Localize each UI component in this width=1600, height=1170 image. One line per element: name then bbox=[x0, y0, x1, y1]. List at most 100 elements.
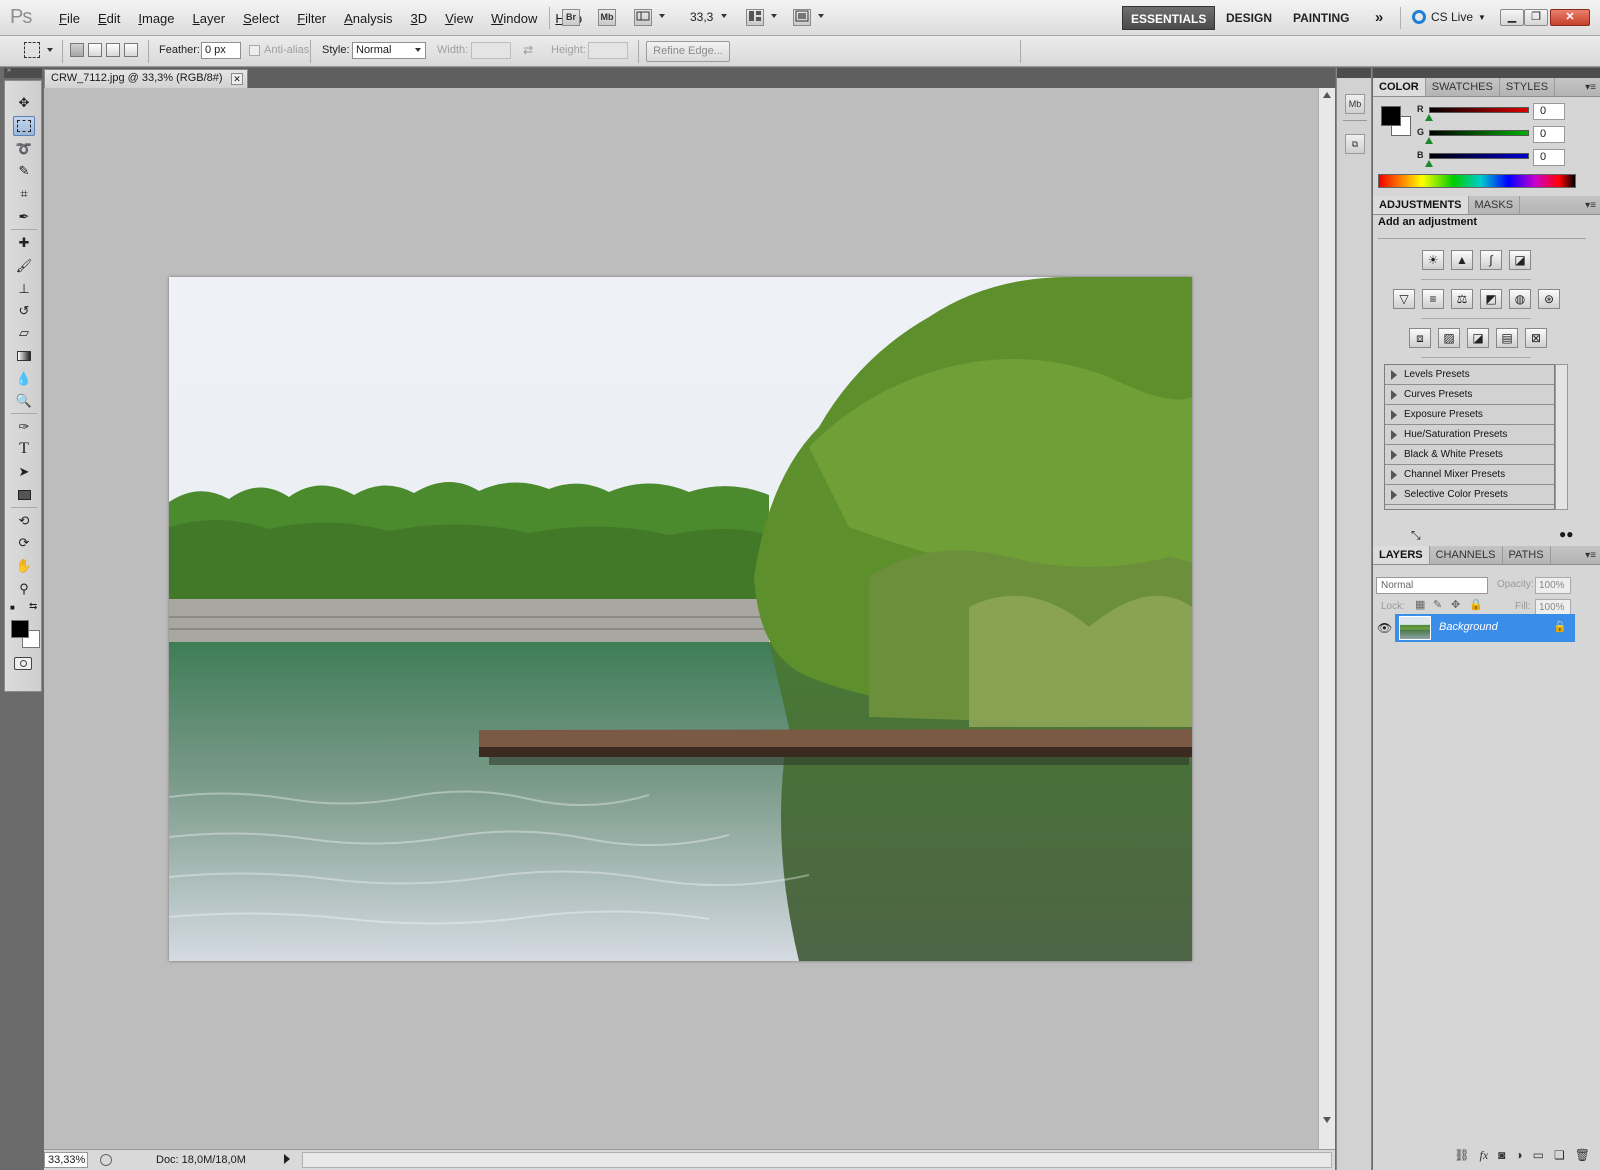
lock-image-icon[interactable]: ✎ bbox=[1433, 598, 1442, 611]
move-tool[interactable]: ✥ bbox=[13, 93, 35, 113]
menu-window[interactable]: Window bbox=[482, 11, 546, 26]
posterize-button[interactable]: ▨ bbox=[1438, 328, 1460, 348]
menu-image[interactable]: Image bbox=[129, 11, 183, 26]
screen-mode-button[interactable] bbox=[793, 9, 811, 26]
status-menu-arrow-icon[interactable] bbox=[284, 1154, 290, 1164]
red-slider[interactable] bbox=[1429, 107, 1529, 113]
extras-button[interactable] bbox=[634, 9, 652, 26]
blue-slider[interactable] bbox=[1429, 153, 1529, 159]
list-item[interactable]: Black & White Presets bbox=[1385, 445, 1554, 465]
panel-menu-icon[interactable]: ▾≡ bbox=[1585, 200, 1596, 211]
minimize-button[interactable]: ▁ bbox=[1500, 9, 1524, 26]
eye-icon[interactable]: 👁 bbox=[1377, 621, 1392, 635]
3d-orbit-tool[interactable]: ⟳ bbox=[13, 533, 35, 553]
arrange-dropdown-icon[interactable] bbox=[771, 14, 777, 18]
menu-file[interactable]: File bbox=[50, 11, 89, 26]
invert-button[interactable]: ⧈ bbox=[1409, 328, 1431, 348]
status-zoom-field[interactable]: 33,33% bbox=[44, 1152, 88, 1168]
list-item[interactable]: Selective Color Presets bbox=[1385, 485, 1554, 505]
lock-position-icon[interactable]: ✥ bbox=[1451, 598, 1460, 611]
curves-button[interactable]: ∫ bbox=[1480, 250, 1502, 270]
quick-selection-tool[interactable]: ✎ bbox=[13, 161, 35, 181]
menu-analysis[interactable]: Analysis bbox=[335, 11, 401, 26]
anti-alias-checkbox[interactable] bbox=[249, 45, 260, 56]
tab-styles[interactable]: STYLES bbox=[1500, 78, 1556, 96]
lasso-tool[interactable]: ➰ bbox=[13, 139, 35, 159]
width-input[interactable] bbox=[471, 42, 511, 59]
feather-input[interactable]: 0 px bbox=[201, 42, 241, 59]
blue-value[interactable]: 0 bbox=[1533, 149, 1565, 166]
selective-color-button[interactable]: ⊠ bbox=[1525, 328, 1547, 348]
tab-adjustments[interactable]: ADJUSTMENTS bbox=[1373, 196, 1469, 214]
hand-tool[interactable]: ✋ bbox=[13, 556, 35, 576]
add-to-selection-button[interactable] bbox=[88, 43, 102, 57]
bridge-button[interactable]: Br bbox=[562, 9, 580, 26]
color-spectrum-ramp[interactable] bbox=[1378, 174, 1576, 188]
green-slider-thumb[interactable] bbox=[1425, 137, 1433, 144]
color-foreground-swatch[interactable] bbox=[1381, 106, 1401, 126]
opacity-input[interactable]: 100% bbox=[1535, 577, 1571, 594]
workspace-painting[interactable]: PAINTING bbox=[1285, 6, 1357, 30]
history-brush-tool[interactable]: ↺ bbox=[13, 301, 35, 321]
hue-saturation-button[interactable]: ≡ bbox=[1422, 289, 1444, 309]
trash-icon[interactable]: 🗑 bbox=[1575, 1148, 1590, 1162]
history-panel-button[interactable]: ⧉ bbox=[1345, 134, 1365, 154]
toolbox-header[interactable]: » bbox=[4, 67, 42, 78]
new-layer-icon[interactable]: ❏ bbox=[1554, 1148, 1565, 1162]
mini-bridge-button[interactable]: Mb bbox=[598, 9, 616, 26]
dodge-tool[interactable]: 🔍 bbox=[13, 391, 35, 411]
adjustment-layer-icon[interactable]: ◑ bbox=[1515, 1148, 1522, 1162]
tab-channels[interactable]: CHANNELS bbox=[1430, 546, 1503, 564]
intersect-selection-button[interactable] bbox=[124, 43, 138, 57]
clone-stamp-tool[interactable]: ⊥ bbox=[13, 279, 35, 299]
menu-3d[interactable]: 3D bbox=[402, 11, 437, 26]
brightness-contrast-button[interactable]: ☀ bbox=[1422, 250, 1444, 270]
tab-swatches[interactable]: SWATCHES bbox=[1426, 78, 1500, 96]
blue-slider-thumb[interactable] bbox=[1425, 160, 1433, 167]
vertical-scrollbar[interactable] bbox=[1318, 88, 1335, 1149]
zoom-tool[interactable]: ⚲ bbox=[13, 579, 35, 599]
list-item[interactable]: Levels Presets bbox=[1385, 365, 1554, 385]
add-mask-icon[interactable]: ◙ bbox=[1498, 1148, 1505, 1162]
view-previous-state-icon[interactable]: ●● bbox=[1559, 527, 1574, 541]
photo-filter-button[interactable]: ◍ bbox=[1509, 289, 1531, 309]
scroll-up-icon[interactable] bbox=[1323, 92, 1331, 98]
healing-brush-tool[interactable]: ✚ bbox=[13, 233, 35, 253]
tab-paths[interactable]: PATHS bbox=[1503, 546, 1551, 564]
menu-layer[interactable]: Layer bbox=[184, 11, 235, 26]
pen-tool[interactable]: ✑ bbox=[13, 417, 35, 437]
gradient-map-button[interactable]: ▤ bbox=[1496, 328, 1518, 348]
3d-rotate-tool[interactable]: ⟲ bbox=[13, 511, 35, 531]
brush-tool[interactable]: 🖌 bbox=[13, 256, 35, 276]
style-select[interactable]: Normal bbox=[352, 42, 426, 59]
marquee-preset-icon[interactable] bbox=[24, 42, 40, 58]
default-colors-icon[interactable]: ■ bbox=[10, 603, 15, 612]
tool-preset-dropdown-icon[interactable] bbox=[47, 48, 53, 52]
menu-select[interactable]: Select bbox=[234, 11, 288, 26]
zoom-level[interactable]: 33,3 bbox=[690, 10, 713, 24]
clip-to-layer-icon[interactable]: ⤡ bbox=[1411, 528, 1421, 543]
panels-header[interactable] bbox=[1373, 68, 1600, 78]
type-tool[interactable]: T bbox=[13, 439, 35, 459]
gradient-tool[interactable] bbox=[13, 346, 35, 366]
lock-all-icon[interactable]: 🔒 bbox=[1469, 598, 1483, 611]
menu-filter[interactable]: Filter bbox=[288, 11, 335, 26]
vibrance-button[interactable]: ▽ bbox=[1393, 289, 1415, 309]
workspace-essentials[interactable]: ESSENTIALS bbox=[1122, 6, 1216, 30]
tab-color[interactable]: COLOR bbox=[1373, 78, 1426, 96]
new-group-icon[interactable]: ▭ bbox=[1533, 1148, 1544, 1162]
arrange-documents-button[interactable] bbox=[746, 9, 764, 26]
mini-bridge-panel-button[interactable]: Mb bbox=[1345, 94, 1365, 114]
document-tab[interactable]: CRW_7112.jpg @ 33,3% (RGB/8#) ✕ bbox=[44, 69, 248, 88]
tab-layers[interactable]: LAYERS bbox=[1373, 546, 1430, 564]
cs-live-button[interactable]: CS Live ▼ bbox=[1412, 10, 1486, 24]
eraser-tool[interactable]: ▱ bbox=[13, 323, 35, 343]
red-value[interactable]: 0 bbox=[1533, 103, 1565, 120]
workspace-design[interactable]: DESIGN bbox=[1218, 6, 1280, 30]
red-slider-thumb[interactable] bbox=[1425, 114, 1433, 121]
workspace-more-button[interactable]: » bbox=[1367, 6, 1391, 30]
layer-selection[interactable]: Background 🔒 bbox=[1395, 614, 1575, 642]
list-item[interactable]: Hue/Saturation Presets bbox=[1385, 425, 1554, 445]
blur-tool[interactable]: 💧 bbox=[13, 369, 35, 389]
list-item[interactable]: Curves Presets bbox=[1385, 385, 1554, 405]
